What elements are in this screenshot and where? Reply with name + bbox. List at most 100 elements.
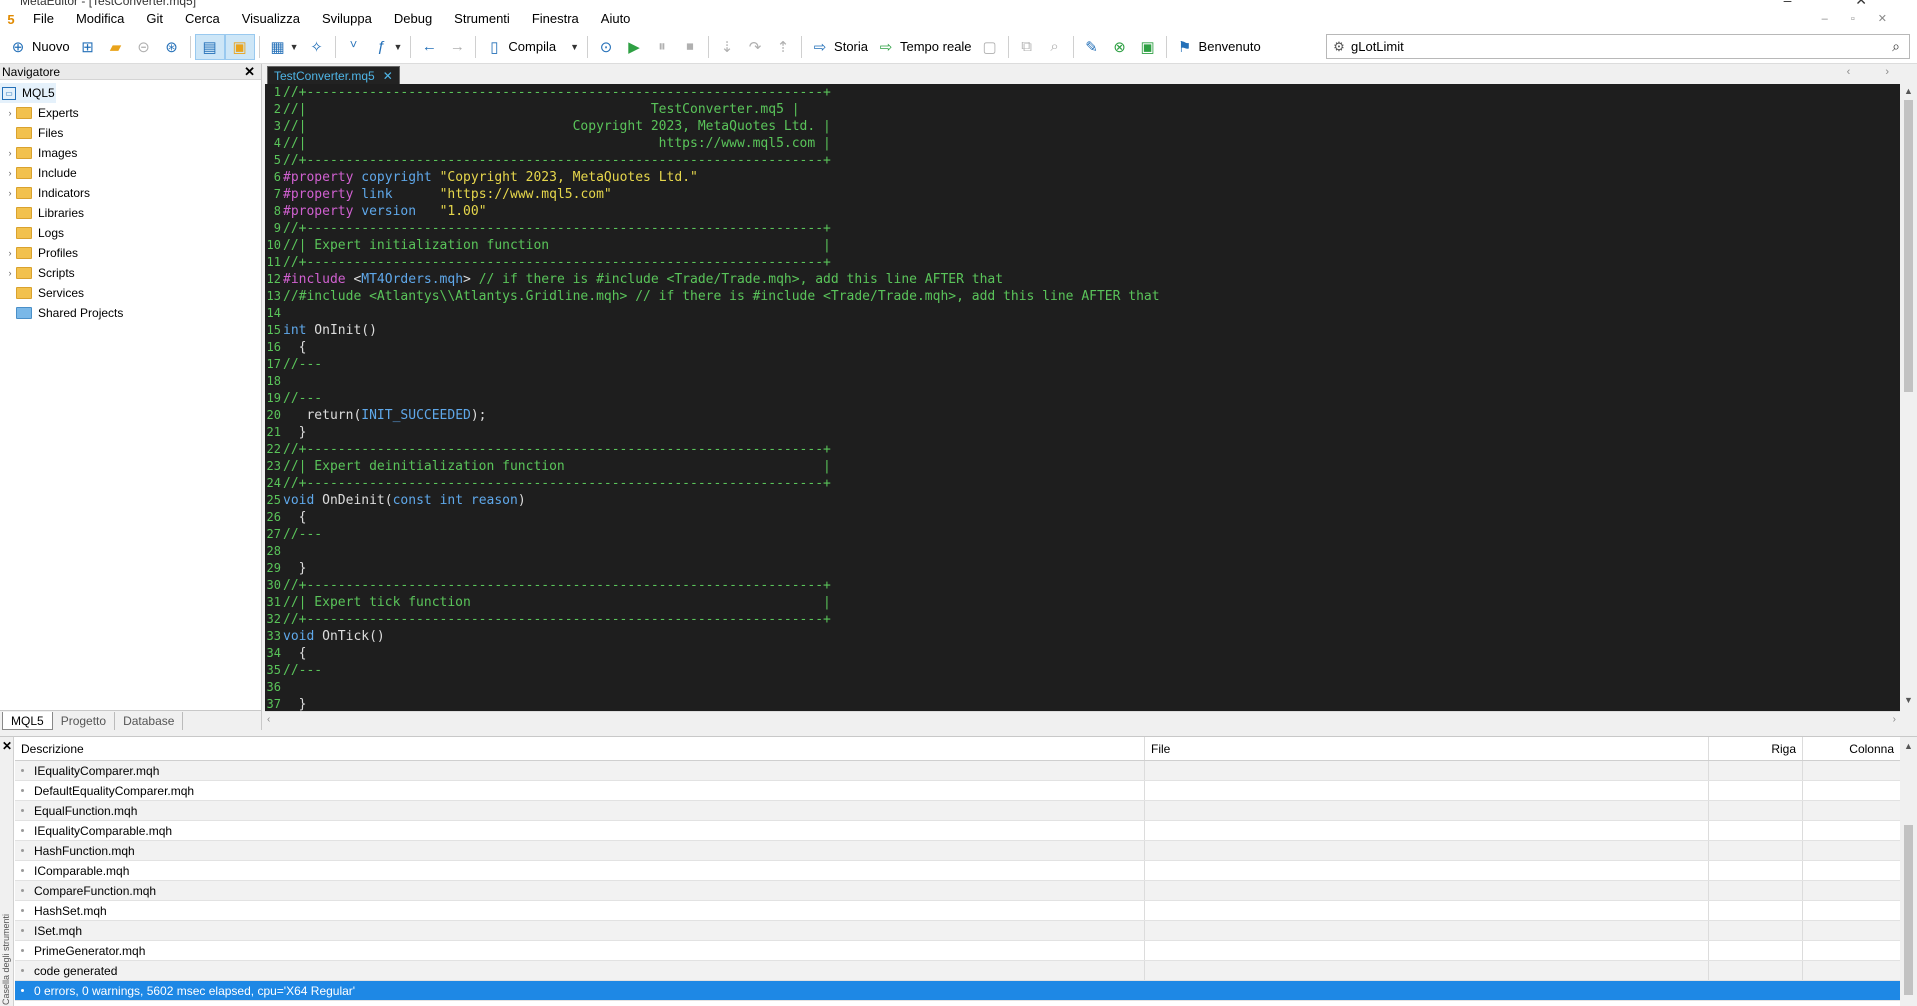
functions-button[interactable]: ƒ ▼ [368, 34, 407, 60]
code-line[interactable]: 18 [265, 373, 1900, 390]
code-line[interactable]: 10//| Expert initialization function | [265, 237, 1900, 254]
realtime-button[interactable]: ⇨ Tempo reale [872, 34, 976, 60]
table-row[interactable]: IEqualityComparable.mqh [15, 821, 1900, 841]
code-line[interactable]: 17//--- [265, 356, 1900, 373]
filter-icon[interactable]: ⚙ [1327, 39, 1351, 55]
table-row[interactable]: ISet.mqh [15, 921, 1900, 941]
menu-visualizza[interactable]: Visualizza [231, 8, 311, 30]
code-line[interactable]: 3//| Copyright 2023, MetaQuotes Ltd. | [265, 118, 1900, 135]
scroll-up-icon[interactable]: ▲ [1900, 741, 1917, 751]
code-line[interactable]: 32//+-----------------------------------… [265, 611, 1900, 628]
table-row[interactable]: 0 errors, 0 warnings, 5602 msec elapsed,… [15, 981, 1900, 1001]
tree-folder-services[interactable]: Services [0, 283, 261, 303]
tree-folder-include[interactable]: › Include [0, 163, 261, 183]
scrollbar-thumb[interactable] [1904, 100, 1913, 392]
mdi-controls[interactable]: – ▫ ✕ [1822, 12, 1897, 25]
save-button[interactable]: ⊛ [158, 34, 186, 60]
tree-root-mql5[interactable]: ▭ MQL5 [0, 83, 56, 103]
variables-button[interactable]: ⱽ [340, 34, 368, 60]
code-line[interactable]: 12 #include <MT4Orders.mqh> // if there i… [265, 271, 1900, 288]
step-out-button[interactable]: ⇡ [769, 34, 797, 60]
tab-scroll-arrows[interactable]: ‹ › [1847, 66, 1905, 78]
code-line[interactable]: 31//| Expert tick function | [265, 594, 1900, 611]
step-into-button[interactable]: ⇣ [713, 34, 741, 60]
menu-strumenti[interactable]: Strumenti [443, 8, 521, 30]
table-row[interactable]: IEqualityComparer.mqh [15, 761, 1900, 781]
download-button[interactable]: ⊝ [130, 34, 158, 60]
scroll-down-icon[interactable]: ▼ [1900, 695, 1917, 709]
output-vertical-scrollbar[interactable]: ▲ [1900, 737, 1917, 1006]
code-line[interactable]: 36 [265, 679, 1900, 696]
forward-button[interactable]: → [443, 34, 471, 60]
editor-vertical-scrollbar[interactable]: ▲ ▼ [1900, 84, 1917, 711]
table-row[interactable]: HashFunction.mqh [15, 841, 1900, 861]
chevron-right-icon[interactable]: › [4, 268, 16, 278]
code-line[interactable]: 11//+-----------------------------------… [265, 254, 1900, 271]
code-line[interactable]: 6 #property copyright "Copyright 2023, Me… [265, 169, 1900, 186]
menu-aiuto[interactable]: Aiuto [590, 8, 642, 30]
copy-button[interactable]: ⧉ [1013, 34, 1041, 60]
navigator-toggle-button[interactable]: ▤ [194, 33, 225, 60]
search-input[interactable] [1351, 36, 1883, 57]
chevron-right-icon[interactable]: › [4, 188, 16, 198]
code-line[interactable]: 21 } [265, 424, 1900, 441]
code-line[interactable]: 14 [265, 305, 1900, 322]
menu-cerca[interactable]: Cerca [174, 8, 231, 30]
scroll-up-icon[interactable]: ▲ [1900, 86, 1917, 100]
table-row[interactable]: HashSet.mqh [15, 901, 1900, 921]
code-line[interactable]: 16 { [265, 339, 1900, 356]
stop-profiling-button[interactable]: ▢ [976, 34, 1004, 60]
table-row[interactable]: EqualFunction.mqh [15, 801, 1900, 821]
code-line[interactable]: 7 #property link "https://www.mql5.com" [265, 186, 1900, 203]
scrollbar-thumb[interactable] [1904, 825, 1913, 995]
new-button[interactable]: ⊕ Nuovo [4, 34, 74, 60]
code-line[interactable]: 20 return(INIT_SUCCEEDED); [265, 407, 1900, 424]
style-button[interactable]: ✎ [1078, 34, 1106, 60]
code-line[interactable]: 27//--- [265, 526, 1900, 543]
table-row[interactable]: PrimeGenerator.mqh [15, 941, 1900, 961]
code-line[interactable]: 25 void OnDeinit(const int reason) [265, 492, 1900, 509]
code-line[interactable]: 13//#include <Atlantys\\Atlantys.Gridlin… [265, 288, 1900, 305]
close-icon[interactable]: ✕ [244, 64, 255, 80]
tree-folder-experts[interactable]: › Experts [0, 103, 261, 123]
open-button[interactable]: ▰ [102, 34, 130, 60]
code-line[interactable]: 23//| Expert deinitialization function | [265, 458, 1900, 475]
scroll-right-icon[interactable]: › [1893, 714, 1896, 725]
menu-git[interactable]: Git [135, 8, 174, 30]
code-line[interactable]: 5//+------------------------------------… [265, 152, 1900, 169]
tree-folder-logs[interactable]: Logs [0, 223, 261, 243]
code-line[interactable]: 9//+------------------------------------… [265, 220, 1900, 237]
signals-button[interactable]: ⊗ [1106, 34, 1134, 60]
table-row[interactable]: DefaultEqualityComparer.mqh [15, 781, 1900, 801]
code-line[interactable]: 30//+-----------------------------------… [265, 577, 1900, 594]
search-icon[interactable]: ⌕ [1883, 38, 1909, 55]
run-button[interactable]: ▶ [620, 34, 648, 60]
code-line[interactable]: 35//--- [265, 662, 1900, 679]
table-row[interactable]: IComparable.mqh [15, 861, 1900, 881]
toolbox-toggle-button[interactable]: ▣ [224, 33, 255, 60]
tree-folder-shared-projects[interactable]: Shared Projects [0, 303, 261, 323]
paste-button[interactable]: ▦ ▼ [264, 34, 303, 60]
tree-folder-libraries[interactable]: Libraries [0, 203, 261, 223]
code-editor[interactable]: 1//+------------------------------------… [265, 84, 1900, 711]
compile-dropdown-icon[interactable]: ▼ [570, 42, 579, 52]
code-line[interactable]: 22//+-----------------------------------… [265, 441, 1900, 458]
column-file[interactable]: File [1145, 737, 1709, 760]
code-line[interactable]: 4//| https://www.mql5.com | [265, 135, 1900, 152]
chevron-right-icon[interactable]: › [4, 108, 16, 118]
window-controls[interactable]: – ✕ [1784, 0, 1897, 8]
chevron-right-icon[interactable]: › [4, 148, 16, 158]
back-button[interactable]: ← [415, 34, 443, 60]
editor-horizontal-scrollbar[interactable]: ‹ › [265, 711, 1900, 728]
table-row[interactable]: code generated [15, 961, 1900, 981]
tab-database[interactable]: Database [115, 712, 184, 730]
close-icon[interactable]: ✕ [2, 739, 12, 753]
menu-sviluppa[interactable]: Sviluppa [311, 8, 383, 30]
tree-folder-profiles[interactable]: › Profiles [0, 243, 261, 263]
column-riga[interactable]: Riga [1709, 737, 1803, 760]
code-line[interactable]: 34 { [265, 645, 1900, 662]
menu-finestra[interactable]: Finestra [521, 8, 590, 30]
compile-button[interactable]: ▯ Compila ▼ [480, 34, 583, 60]
tab-progetto[interactable]: Progetto [53, 712, 116, 730]
code-line[interactable]: 1//+------------------------------------… [265, 84, 1900, 101]
